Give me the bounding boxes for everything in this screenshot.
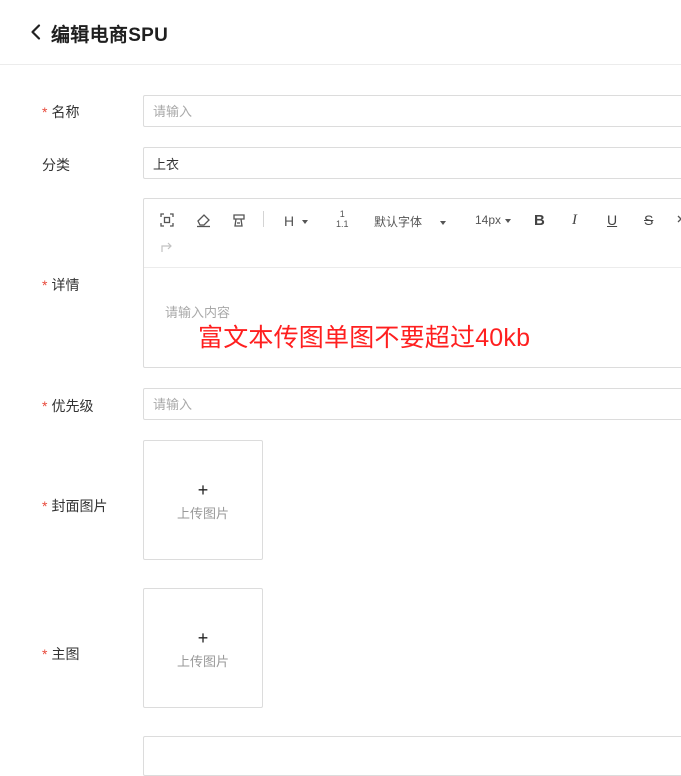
chevron-down-icon — [505, 218, 512, 223]
priority-label-text: 优先级 — [51, 398, 94, 414]
list-icon-top: 1 — [339, 209, 345, 219]
category-input[interactable] — [143, 147, 681, 179]
format-painter-icon[interactable] — [230, 212, 247, 228]
chevron-down-icon — [440, 220, 447, 225]
image-size-notice: 富文本传图单图不要超过40kb — [198, 324, 531, 352]
eraser-icon[interactable] — [195, 212, 212, 228]
cover-image-label-text: 封面图片 — [51, 498, 108, 514]
category-label: 分类 — [42, 157, 70, 173]
bold-button[interactable]: B — [534, 212, 545, 229]
ordered-list-icon[interactable]: 1 1.1 — [336, 209, 349, 229]
details-label: * 详情 — [42, 275, 79, 295]
underline-button[interactable]: U — [607, 212, 617, 228]
fullscreen-icon[interactable] — [159, 212, 175, 228]
priority-label: * 优先级 — [42, 396, 93, 416]
required-mark: * — [42, 646, 48, 662]
editor-toolbar: H 1 1.1 默认字体 14px B I U S — [144, 199, 681, 268]
page-header: 编辑电商SPU — [0, 0, 681, 65]
plus-icon: + — [197, 480, 209, 500]
main-image-upload[interactable]: + 上传图片 — [143, 588, 263, 708]
page-title: 编辑电商SPU — [51, 25, 169, 46]
font-family-label: 默认字体 — [374, 215, 423, 229]
details-label-text: 详情 — [51, 277, 80, 293]
more-icon[interactable] — [676, 213, 681, 227]
main-image-label: * 主图 — [42, 644, 79, 664]
main-image-label-text: 主图 — [51, 646, 80, 662]
chevron-down-icon — [302, 220, 309, 225]
upload-text: 上传图片 — [176, 506, 229, 521]
font-size-dropdown[interactable]: 14px — [475, 213, 512, 227]
name-label: * 名称 — [42, 102, 79, 122]
required-mark: * — [42, 398, 48, 414]
required-mark: * — [42, 277, 48, 293]
required-mark: * — [42, 498, 48, 514]
cover-image-label: * 封面图片 — [42, 496, 107, 516]
toolbar-divider — [263, 211, 264, 227]
next-field-input[interactable] — [143, 736, 681, 776]
font-size-label: 14px — [475, 213, 502, 227]
strikethrough-button[interactable]: S — [644, 212, 653, 228]
redo-icon[interactable] — [160, 240, 174, 254]
cover-image-upload[interactable]: + 上传图片 — [143, 440, 263, 560]
italic-button[interactable]: I — [572, 212, 577, 229]
priority-input[interactable] — [143, 388, 681, 420]
heading-label: H — [284, 213, 295, 229]
heading-dropdown[interactable]: H — [284, 213, 309, 229]
required-mark: * — [42, 104, 48, 120]
upload-text: 上传图片 — [176, 654, 229, 669]
list-icon-bottom: 1.1 — [336, 219, 349, 229]
name-input[interactable] — [143, 95, 681, 127]
font-family-dropdown[interactable]: 默认字体 — [374, 213, 447, 230]
name-label-text: 名称 — [51, 104, 80, 120]
plus-icon: + — [197, 628, 209, 648]
back-arrow-icon[interactable] — [26, 22, 46, 42]
